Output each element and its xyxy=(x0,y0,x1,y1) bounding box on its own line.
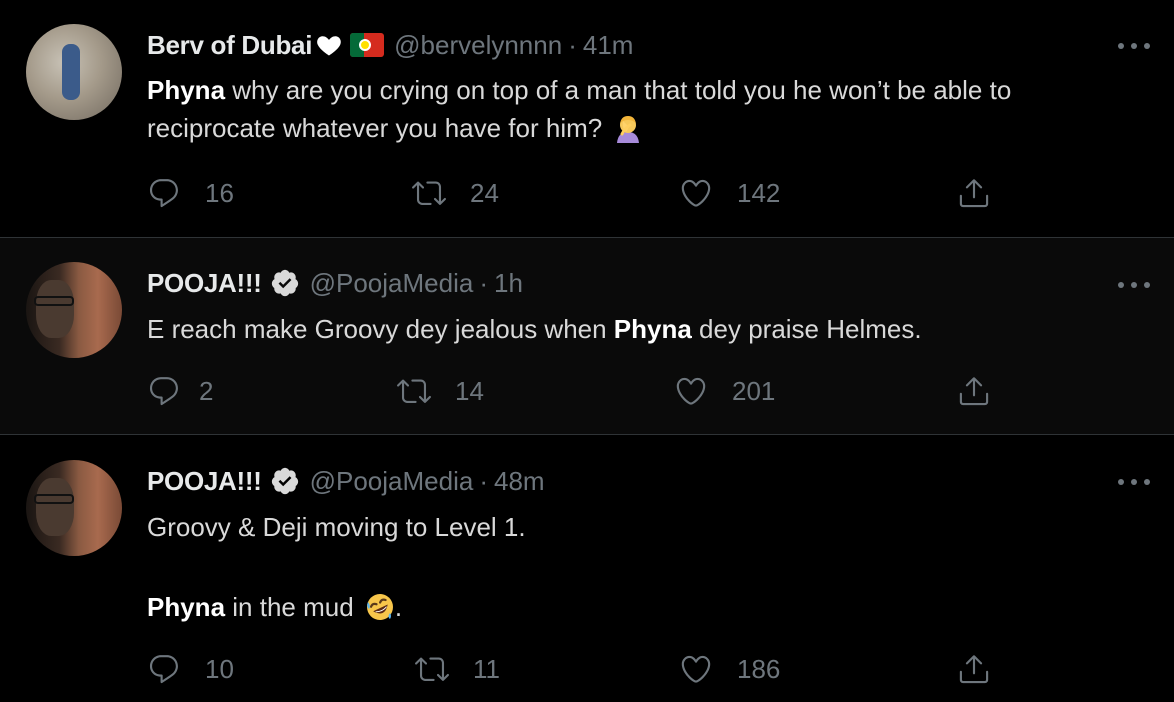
tweet-header: POOJA!!! @PoojaMedia · 48m xyxy=(147,464,545,498)
avatar-glasses xyxy=(34,494,74,504)
tweet-text-part: dey praise Helmes. xyxy=(691,314,922,344)
avatar[interactable] xyxy=(26,460,122,556)
reply-button[interactable]: 16 xyxy=(147,176,234,210)
bold-mention: Phyna xyxy=(147,592,226,622)
reply-count: 10 xyxy=(205,653,234,684)
tweet-text-part: why are you crying on top of a man that … xyxy=(147,75,1012,143)
reply-icon xyxy=(149,655,178,684)
tweet-text: Phyna why are you crying on top of a man… xyxy=(147,71,1147,147)
bold-mention: Phyna xyxy=(613,314,692,344)
retweet-icon xyxy=(412,181,446,205)
reply-icon xyxy=(149,377,178,406)
avatar[interactable] xyxy=(26,262,122,358)
separator: · xyxy=(479,267,488,298)
display-name[interactable]: Berv of Dubai xyxy=(147,30,312,61)
rolling-on-floor-laughing-icon xyxy=(366,594,393,620)
share-button[interactable] xyxy=(957,652,991,686)
tweet-1[interactable]: Berv of Dubai @bervelynnnn · 41m Phyna w… xyxy=(0,0,1174,237)
more-options-icon[interactable] xyxy=(1116,36,1152,56)
more-options-icon[interactable] xyxy=(1116,275,1152,295)
share-icon xyxy=(959,179,989,208)
tweet-actions: 16 24 142 xyxy=(147,176,1047,210)
tweet-feed: Berv of Dubai @bervelynnnn · 41m Phyna w… xyxy=(0,0,1174,702)
share-button[interactable] xyxy=(957,176,991,210)
tweet-3[interactable]: POOJA!!! @PoojaMedia · 48m Groovy & Deji… xyxy=(0,436,1174,702)
retweet-icon xyxy=(415,657,449,681)
user-handle[interactable]: @PoojaMedia xyxy=(310,268,474,299)
bold-mention: Phyna xyxy=(147,75,226,105)
woman-facepalming-icon xyxy=(617,116,640,143)
portugal-flag-icon xyxy=(350,33,385,57)
retweet-count: 11 xyxy=(473,653,500,684)
like-button[interactable]: 186 xyxy=(679,652,780,686)
reply-button[interactable]: 2 xyxy=(147,374,213,408)
heart-icon xyxy=(681,179,711,207)
timestamp[interactable]: 48m xyxy=(494,466,545,497)
like-button[interactable]: 201 xyxy=(674,374,775,408)
user-handle[interactable]: @bervelynnnn xyxy=(394,30,562,61)
retweet-icon xyxy=(397,379,431,403)
like-count: 142 xyxy=(737,177,781,208)
verified-badge-icon xyxy=(271,269,298,297)
tweet-2[interactable]: POOJA!!! @PoojaMedia · 1h E reach make G… xyxy=(0,238,1174,434)
reply-count: 16 xyxy=(205,177,234,208)
avatar-figure xyxy=(62,44,80,100)
retweet-button[interactable]: 24 xyxy=(412,176,499,210)
tweet-text-part: in the mud xyxy=(225,592,354,622)
separator: · xyxy=(479,465,488,496)
retweet-count: 14 xyxy=(455,375,484,406)
user-handle[interactable]: @PoojaMedia xyxy=(310,466,474,497)
retweet-button[interactable]: 14 xyxy=(397,374,484,408)
tweet-text: Groovy & Deji moving to Level 1. Phyna i… xyxy=(147,508,1147,626)
divider xyxy=(0,434,1174,435)
verified-badge-icon xyxy=(271,467,298,495)
tweet-text-line: Groovy & Deji moving to Level 1. xyxy=(147,512,526,542)
heart-icon xyxy=(676,377,706,405)
avatar-face xyxy=(36,478,74,536)
tweet-actions: 10 11 186 xyxy=(147,652,1047,686)
avatar[interactable] xyxy=(26,24,122,120)
display-name[interactable]: POOJA!!! xyxy=(147,466,262,497)
tweet-text-line: Phyna in the mud . xyxy=(147,588,1147,626)
avatar-face xyxy=(36,280,74,338)
retweet-button[interactable]: 11 xyxy=(415,652,500,686)
white-heart-icon xyxy=(317,36,341,56)
reply-button[interactable]: 10 xyxy=(147,652,234,686)
like-count: 186 xyxy=(737,653,781,684)
tweet-actions: 2 14 201 xyxy=(147,374,1047,408)
more-options-icon[interactable] xyxy=(1116,472,1152,492)
like-button[interactable]: 142 xyxy=(679,176,780,210)
timestamp[interactable]: 1h xyxy=(494,268,523,299)
share-icon xyxy=(959,377,989,406)
retweet-count: 24 xyxy=(470,177,499,208)
reply-icon xyxy=(149,179,178,208)
heart-icon xyxy=(681,655,711,683)
display-name[interactable]: POOJA!!! xyxy=(147,268,262,299)
tweet-header: Berv of Dubai @bervelynnnn · 41m xyxy=(147,28,633,62)
tweet-text-part: . xyxy=(394,592,403,622)
avatar-glasses xyxy=(34,296,74,306)
reply-count: 2 xyxy=(199,375,214,406)
like-count: 201 xyxy=(732,375,776,406)
tweet-text-part: E reach make Groovy dey jealous when xyxy=(147,314,614,344)
share-button[interactable] xyxy=(957,374,991,408)
tweet-text: E reach make Groovy dey jealous when Phy… xyxy=(147,310,1147,348)
separator: · xyxy=(568,29,577,60)
timestamp[interactable]: 41m xyxy=(583,30,634,61)
tweet-header: POOJA!!! @PoojaMedia · 1h xyxy=(147,266,523,300)
share-icon xyxy=(959,655,989,684)
